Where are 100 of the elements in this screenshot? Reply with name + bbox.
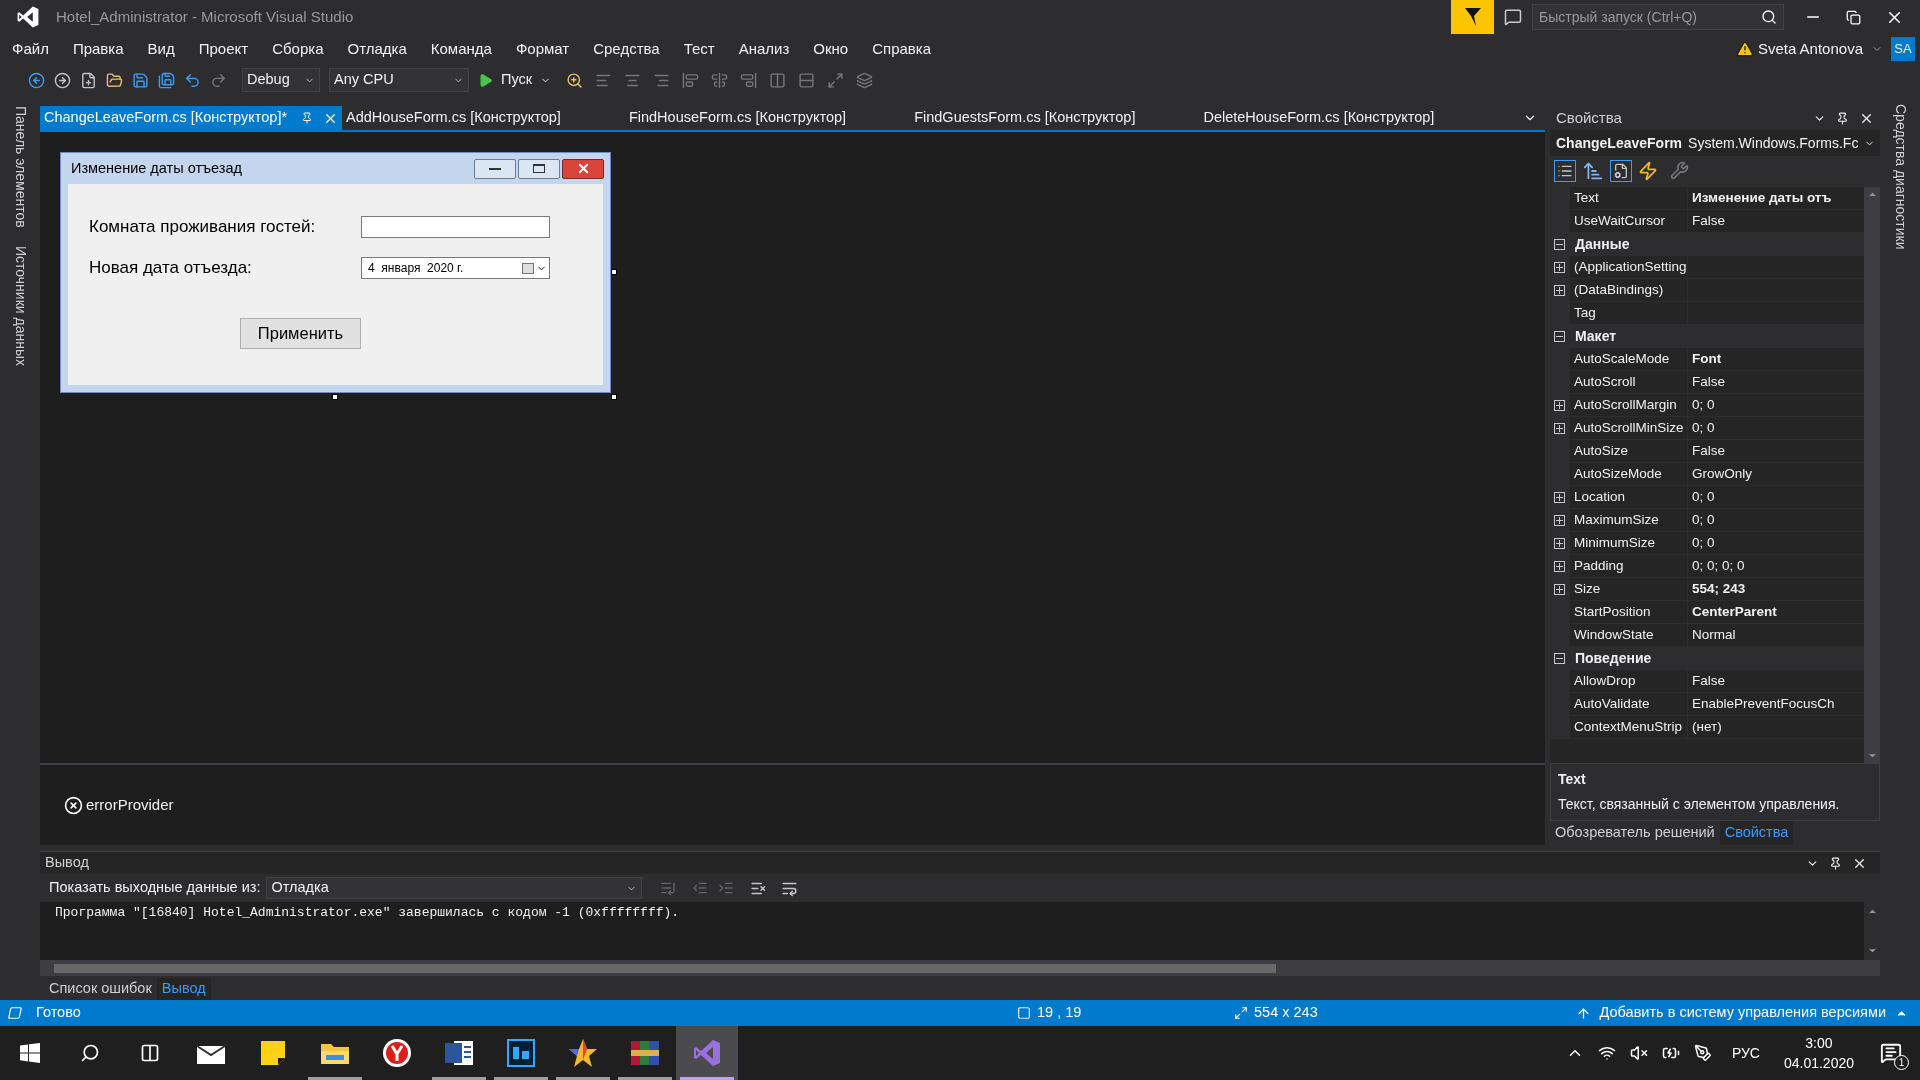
menu-item[interactable]: Проект [191, 37, 256, 61]
find-icon[interactable] [566, 71, 584, 89]
property-name[interactable]: Size [1574, 578, 1601, 600]
source-control-button[interactable]: Добавить в систему управления версиями [1575, 1002, 1908, 1024]
property-value[interactable]: 0; 0 [1692, 417, 1715, 439]
expand-icon[interactable] [1554, 492, 1565, 503]
network-icon[interactable] [1597, 1044, 1616, 1062]
property-row[interactable]: Text Изменение даты отъ [1550, 187, 1864, 210]
source-dropdown[interactable]: Отладка [266, 877, 643, 899]
property-row[interactable]: (ApplicationSetting [1550, 256, 1864, 279]
menu-item[interactable]: Окно [806, 37, 856, 61]
property-value[interactable]: Normal [1692, 624, 1736, 646]
minimize-button[interactable] [474, 158, 516, 179]
collapse-icon[interactable] [1554, 239, 1565, 250]
property-name[interactable]: Text [1574, 187, 1599, 209]
menu-item[interactable]: Правка [65, 37, 131, 61]
account-avatar[interactable]: SA [1891, 37, 1915, 61]
menu-item[interactable]: Анализ [731, 37, 797, 61]
align-top-icon[interactable] [682, 71, 700, 89]
category-row[interactable]: Данные [1550, 233, 1864, 256]
property-value[interactable]: (нет) [1692, 716, 1722, 738]
apply-button[interactable]: Применить [240, 318, 361, 349]
quick-launch-field[interactable]: Быстрый запуск (Ctrl+Q) [1532, 4, 1784, 30]
component-label[interactable]: errorProvider [86, 793, 174, 817]
property-row[interactable]: AutoScroll False [1550, 371, 1864, 394]
property-name[interactable]: WindowState [1574, 624, 1654, 646]
property-name[interactable]: ContextMenuStrip [1574, 716, 1683, 738]
property-value[interactable]: 0; 0; 0; 0 [1692, 555, 1745, 577]
property-value[interactable]: Font [1692, 348, 1722, 370]
property-row[interactable]: WindowState Normal [1550, 624, 1864, 647]
platform-dropdown[interactable]: Any CPU [329, 68, 469, 92]
pin-icon[interactable] [1836, 111, 1849, 125]
property-row[interactable]: AutoScaleMode Font [1550, 348, 1864, 371]
menu-item[interactable]: Вид [140, 37, 182, 61]
categorized-icon[interactable] [1554, 159, 1576, 182]
menu-item[interactable]: Средства [586, 37, 667, 61]
object-selector[interactable]: ChangeLeaveForm System.Windows.Forms.Fc [1550, 130, 1880, 156]
redo-icon[interactable] [210, 71, 227, 89]
side-panel-tab[interactable]: Панель элементов [9, 106, 31, 228]
expand-icon[interactable] [1554, 423, 1565, 434]
resize-icon[interactable] [827, 71, 845, 89]
property-name[interactable]: AutoScrollMargin [1574, 394, 1677, 416]
property-row[interactable]: Padding 0; 0; 0; 0 [1550, 555, 1864, 578]
notification-filter-button[interactable] [1451, 0, 1494, 34]
property-row[interactable]: AutoSize False [1550, 440, 1864, 463]
side-panel-tab[interactable]: Источники данных [9, 245, 31, 366]
back-icon[interactable] [28, 71, 45, 89]
form-window[interactable]: Изменение даты отъезад Комната проживания гостей: Новая дата отъезда: 4 января 2020 г. Применить [60, 152, 611, 393]
property-value[interactable]: False [1692, 210, 1725, 232]
expand-icon[interactable] [1554, 285, 1565, 296]
undo-icon[interactable] [184, 71, 201, 89]
next-icon[interactable] [718, 880, 735, 896]
property-row[interactable]: Location 0; 0 [1550, 486, 1864, 509]
account-name[interactable]: Sveta Antonova [1757, 37, 1863, 61]
resize-handle[interactable] [332, 394, 338, 400]
category-row[interactable]: Поведение [1550, 647, 1864, 670]
menu-item[interactable]: Формат [508, 37, 577, 61]
property-row[interactable]: AllowDrop False [1550, 670, 1864, 693]
panel-tab[interactable]: Свойства [1719, 821, 1794, 845]
property-row[interactable]: StartPosition CenterParent [1550, 601, 1864, 624]
property-value[interactable]: False [1692, 440, 1725, 462]
vertical-spacing-icon[interactable] [798, 71, 816, 89]
property-value[interactable]: Изменение даты отъ [1692, 187, 1832, 209]
new-item-icon[interactable] [80, 71, 97, 89]
property-value[interactable]: CenterParent [1692, 601, 1777, 623]
start-button[interactable]: Пуск [478, 69, 552, 91]
document-tab[interactable]: DeleteHouseForm.cs [Конструктор] [1199, 106, 1439, 130]
property-row[interactable]: AutoSizeMode GrowOnly [1550, 463, 1864, 486]
pen-icon[interactable] [1693, 1044, 1712, 1062]
menu-item[interactable]: Отладка [340, 37, 414, 61]
expand-icon[interactable] [1554, 515, 1565, 526]
menu-item[interactable]: Справка [865, 37, 939, 61]
close-button[interactable] [562, 158, 604, 179]
align-middle-icon[interactable] [711, 71, 729, 89]
property-name[interactable]: AutoScroll [1574, 371, 1636, 393]
text-input[interactable] [361, 216, 550, 238]
save-all-icon[interactable] [158, 71, 175, 89]
configuration-dropdown[interactable]: Debug [242, 68, 320, 92]
expand-icon[interactable] [1554, 400, 1565, 411]
expand-icon[interactable] [1554, 584, 1565, 595]
panel-tab[interactable]: Список ошибок [44, 978, 157, 1000]
feedback-icon[interactable] [1504, 8, 1522, 26]
property-name[interactable]: AutoSize [1574, 440, 1629, 462]
volume-muted-icon[interactable] [1629, 1044, 1648, 1062]
layers-icon[interactable] [856, 71, 874, 89]
property-name[interactable]: Padding [1574, 555, 1624, 577]
expand-icon[interactable] [1554, 538, 1565, 549]
notification-icon[interactable] [1880, 1042, 1902, 1064]
property-row[interactable]: MaximumSize 0; 0 [1550, 509, 1864, 532]
property-value[interactable]: 554; 243 [1692, 578, 1746, 600]
property-name[interactable]: AutoSizeMode [1574, 463, 1662, 485]
property-name[interactable]: AutoScaleMode [1574, 348, 1670, 370]
property-value[interactable]: 0; 0 [1692, 486, 1715, 508]
side-panel-tab[interactable]: Средства диагностики [1889, 104, 1911, 250]
spacing-icon[interactable] [769, 71, 787, 89]
property-name[interactable]: UseWaitCursor [1574, 210, 1665, 232]
wrench-icon[interactable] [1670, 161, 1689, 180]
property-row[interactable]: AutoScrollMargin 0; 0 [1550, 394, 1864, 417]
maximize-button[interactable] [518, 158, 560, 179]
property-row[interactable]: MinimumSize 0; 0 [1550, 532, 1864, 555]
